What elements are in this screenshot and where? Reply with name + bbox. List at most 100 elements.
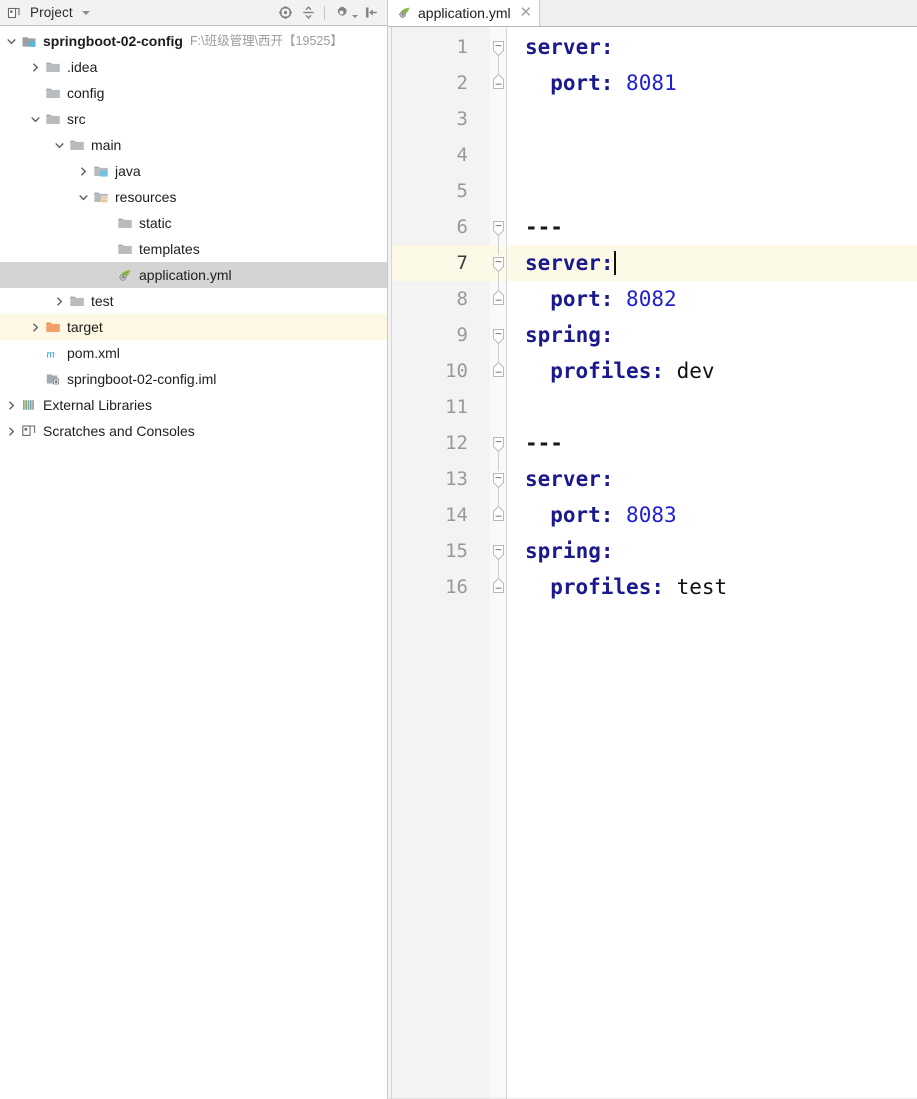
tree-item-label: resources [115, 189, 177, 205]
tree-item-label: Scratches and Consoles [43, 423, 195, 439]
fold-minus-icon[interactable] [492, 73, 505, 91]
code-token-num: 8081 [626, 71, 677, 95]
tree-row-main[interactable]: main [0, 132, 387, 158]
tree-row-config[interactable]: config [0, 80, 387, 106]
code-token-k: port: [550, 71, 627, 95]
code-line[interactable]: profiles: test [507, 569, 917, 605]
code-line[interactable]: server: [507, 245, 917, 281]
spring-yaml-icon [116, 267, 134, 283]
editor-tab-bar: application.yml ✕ [388, 0, 917, 27]
code-folding-gutter[interactable] [490, 27, 507, 1099]
folder-source-icon [92, 163, 110, 179]
tree-row-application-yml[interactable]: application.yml [0, 262, 387, 288]
chevron-down-icon[interactable] [27, 111, 43, 127]
editor-tab-application-yml[interactable]: application.yml ✕ [388, 0, 541, 26]
project-panel-header: Project [0, 0, 387, 26]
tree-item-path-note: F:\班级管理\西开【19525】 [190, 34, 343, 48]
chevron-down-icon[interactable] [51, 137, 67, 153]
line-number: 14 [445, 504, 468, 526]
code-token-k: port: [550, 287, 627, 311]
chevron-right-icon[interactable] [3, 397, 19, 413]
svg-text:m: m [46, 347, 55, 361]
tree-row-external-libraries[interactable]: External Libraries [0, 392, 387, 418]
line-number: 16 [445, 576, 468, 598]
fold-gutter-cell [490, 173, 506, 209]
code-line[interactable] [507, 137, 917, 173]
folder-gray-icon [116, 215, 134, 231]
project-tree[interactable]: springboot-02-config F:\班级管理\西开【19525】 .id… [0, 26, 387, 1099]
line-number: 6 [456, 216, 468, 238]
code-line[interactable]: port: 8081 [507, 65, 917, 101]
tree-row-springboot-02-config[interactable]: springboot-02-config F:\班级管理\西开【19525】 [0, 28, 387, 54]
tree-row-static[interactable]: static [0, 210, 387, 236]
locate-file-icon[interactable] [275, 3, 295, 23]
editor-area: application.yml ✕ 1 2 3 4 5 6 7 8 9 10 11 12 13 14 15 1… [388, 0, 917, 1099]
project-panel-title-group[interactable]: Project [5, 5, 90, 21]
tree-item-label: External Libraries [43, 397, 152, 413]
chevron-right-icon[interactable] [27, 319, 43, 335]
gear-dropdown-chevron-icon[interactable] [352, 14, 358, 18]
fold-minus-icon[interactable] [492, 577, 505, 595]
fold-minus-icon[interactable] [492, 289, 505, 307]
chevron-right-icon[interactable] [75, 163, 91, 179]
tree-item-label: springboot-02-config.iml [67, 371, 217, 387]
code-line[interactable]: --- [507, 425, 917, 461]
tree-row-src[interactable]: src [0, 106, 387, 132]
code-line[interactable] [507, 173, 917, 209]
close-icon[interactable]: ✕ [520, 5, 533, 20]
chevron-right-icon[interactable] [3, 423, 19, 439]
tree-row-resources[interactable]: resources [0, 184, 387, 210]
ide-window: Project springboot-02-config F:\班级管理\西开【… [0, 0, 917, 1099]
code-line[interactable]: profiles: dev [507, 353, 917, 389]
tree-arrow-placeholder [27, 85, 43, 101]
folder-gray-icon [44, 111, 62, 127]
code-line[interactable] [507, 101, 917, 137]
chevron-down-icon[interactable] [81, 10, 90, 15]
line-number: 8 [456, 288, 468, 310]
tree-item-label: src [67, 111, 86, 127]
code-token-k: server: [525, 251, 614, 275]
tree-item-label: test [91, 293, 114, 309]
toolbar-separator [324, 5, 325, 20]
fold-gutter-cell [490, 137, 506, 173]
code-line[interactable]: --- [507, 209, 917, 245]
code-text-area[interactable]: server: port: 8081 --- server: port: 8082 spr… [507, 27, 917, 1099]
fold-connector-line [498, 235, 499, 255]
line-number: 2 [456, 72, 468, 94]
code-token-k: server: [525, 35, 614, 59]
project-panel-title: Project [30, 5, 73, 20]
tree-row-scratches-and-consoles[interactable]: Scratches and Consoles [0, 418, 387, 444]
code-token-k: spring: [525, 539, 614, 563]
fold-gutter-cell [490, 389, 506, 425]
tree-row-target[interactable]: target [0, 314, 387, 340]
gear-icon[interactable] [331, 3, 351, 23]
tree-row-java[interactable]: java [0, 158, 387, 184]
hide-panel-icon[interactable] [361, 3, 381, 23]
tree-row-test[interactable]: test [0, 288, 387, 314]
code-line[interactable]: server: [507, 461, 917, 497]
tree-row-springboot-02-config-iml[interactable]: springboot-02-config.iml [0, 366, 387, 392]
line-number: 10 [445, 360, 468, 382]
chevron-right-icon[interactable] [51, 293, 67, 309]
code-line[interactable]: spring: [507, 317, 917, 353]
code-line[interactable]: port: 8083 [507, 497, 917, 533]
fold-minus-icon[interactable] [492, 505, 505, 523]
tree-arrow-placeholder [99, 215, 115, 231]
tree-row-templates[interactable]: templates [0, 236, 387, 262]
folder-gray-icon [116, 241, 134, 257]
code-line[interactable]: spring: [507, 533, 917, 569]
code-line[interactable]: server: [507, 29, 917, 65]
tree-row-idea[interactable]: .idea [0, 54, 387, 80]
collapse-all-icon[interactable] [298, 3, 318, 23]
code-token-k: port: [550, 503, 627, 527]
code-line[interactable] [507, 389, 917, 425]
chevron-right-icon[interactable] [27, 59, 43, 75]
chevron-down-icon[interactable] [75, 189, 91, 205]
tree-row-pom-xml[interactable]: m pom.xml [0, 340, 387, 366]
libraries-icon [20, 397, 38, 413]
line-number: 12 [445, 432, 468, 454]
fold-connector-line [498, 559, 499, 579]
fold-minus-icon[interactable] [492, 361, 505, 379]
code-line[interactable]: port: 8082 [507, 281, 917, 317]
chevron-down-icon[interactable] [3, 33, 19, 49]
